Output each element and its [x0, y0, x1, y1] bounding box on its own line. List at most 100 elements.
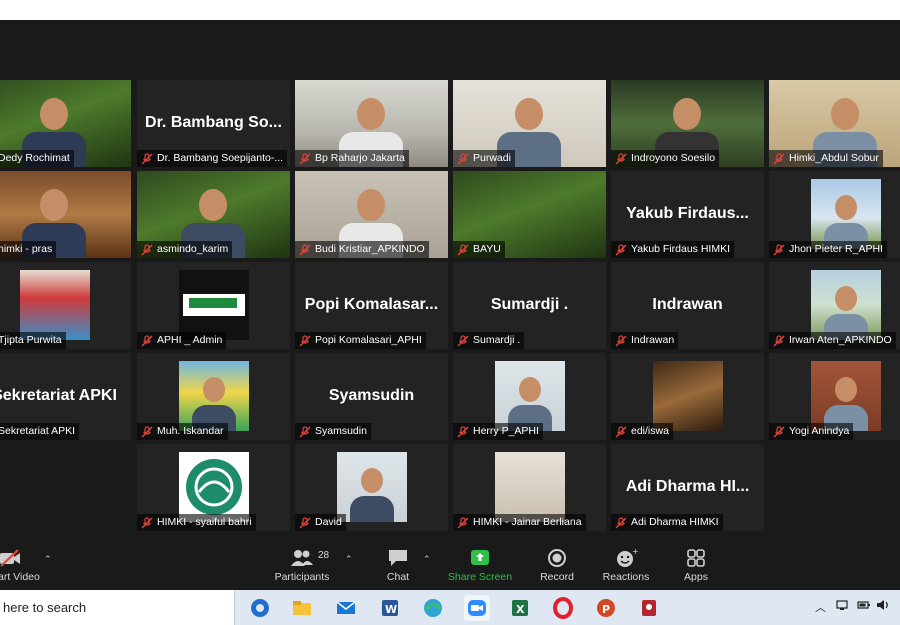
participant-name-label: Jhon Pieter R_APHI: [769, 241, 887, 258]
participant-tile[interactable]: HIMKI - syaiful bahri: [137, 444, 290, 531]
participant-name-label: Purwadi: [453, 150, 515, 167]
participant-display-name: Yakub Firdaus...: [626, 205, 749, 222]
record-button[interactable]: Record: [517, 548, 597, 583]
participant-tile[interactable]: Purwadi: [453, 80, 606, 167]
participant-tile[interactable]: APHI _ Admin: [137, 262, 290, 349]
reactions-button[interactable]: + Reactions: [586, 548, 666, 583]
participant-tile[interactable]: Yakub Firdaus... Yakub Firdaus HIMKI: [611, 171, 764, 258]
participant-tile[interactable]: Sumardji . Sumardji .: [453, 262, 606, 349]
participant-name: Sumardji .: [473, 334, 521, 346]
muted-mic-icon: [773, 425, 785, 437]
excel-icon[interactable]: X: [507, 595, 533, 621]
chat-caret[interactable]: ⌃: [423, 554, 431, 565]
mail-icon[interactable]: [333, 595, 359, 621]
participant-tile[interactable]: Syamsudin Syamsudin: [295, 353, 448, 440]
participant-tile[interactable]: Budi Kristiar_APKINDO: [295, 171, 448, 258]
powerpoint-icon[interactable]: P: [593, 595, 619, 621]
muted-mic-icon: [299, 334, 311, 346]
tray-chevron-icon[interactable]: ︿: [815, 599, 826, 615]
muted-mic-icon: [773, 152, 785, 164]
participant-name: BAYU: [473, 243, 501, 255]
participant-name-label: Dr. Bambang Soepijanto-...: [137, 150, 288, 167]
participant-tile[interactable]: himki - pras: [0, 171, 131, 258]
chat-label: Chat: [386, 571, 410, 583]
participant-tile[interactable]: HIMKI - Jainar Berliana: [453, 444, 606, 531]
volume-icon[interactable]: [876, 599, 890, 614]
muted-mic-icon: [615, 152, 627, 164]
participant-tile[interactable]: Bp Raharjo Jakarta: [295, 80, 448, 167]
muted-mic-icon: [615, 425, 627, 437]
participant-name: Dr. Bambang Soepijanto-...: [157, 152, 284, 164]
edge-legacy-icon[interactable]: [247, 595, 273, 621]
participant-name-label: Irwan Aten_APKINDO: [769, 332, 896, 349]
participant-name: David: [315, 516, 342, 528]
participant-display-name: Syamsudin: [328, 387, 415, 404]
zoom-meeting-screen: Dedy Rochimat Dr. Bambang So... Dr. Bamban…: [0, 0, 900, 625]
participant-tile[interactable]: Dr. Bambang So... Dr. Bambang Soepijanto-…: [137, 80, 290, 167]
participant-name: HIMKI - syaiful bahri: [157, 516, 252, 528]
participant-face: [835, 286, 857, 312]
muted-mic-icon: [299, 425, 311, 437]
share-screen-button[interactable]: Share Screen: [440, 548, 520, 583]
muted-mic-icon: [457, 334, 469, 346]
participant-video: [811, 361, 881, 431]
file-explorer-icon[interactable]: [289, 595, 315, 621]
apps-icon: [687, 549, 705, 567]
participant-tile[interactable]: Indroyono Soesilo: [611, 80, 764, 167]
participant-tile[interactable]: Indrawan Indrawan: [611, 262, 764, 349]
zoom-app-icon[interactable]: [464, 595, 490, 621]
participant-tile[interactable]: edi/iswa: [611, 353, 764, 440]
network-icon[interactable]: [836, 599, 850, 614]
muted-mic-icon: [457, 152, 469, 164]
participant-name-label: Yakub Firdaus HIMKI: [611, 241, 735, 258]
app-icon-red[interactable]: [636, 595, 662, 621]
participant-face: [835, 377, 857, 403]
participant-name-label: Himki_Abdul Sobur: [769, 150, 883, 167]
participant-face: [361, 468, 383, 494]
participant-name: Himki_Abdul Sobur: [789, 152, 879, 164]
participant-tile[interactable]: Popi Komalasar... Popi Komalasari_APHI: [295, 262, 448, 349]
participant-tile[interactable]: BAYU: [453, 171, 606, 258]
participant-tile[interactable]: Tjipta Purwita: [0, 262, 131, 349]
participant-name: Herry P_APHI: [473, 425, 539, 437]
participants-button[interactable]: 28 Participants: [262, 548, 342, 583]
muted-mic-icon: [615, 516, 627, 528]
participant-face: [357, 98, 385, 131]
participant-tile[interactable]: Dedy Rochimat: [0, 80, 131, 167]
participant-tile[interactable]: Himki_Abdul Sobur: [769, 80, 900, 167]
top-margin: [0, 0, 900, 20]
participant-name: Muh. Iskandar: [157, 425, 224, 437]
participant-face: [519, 377, 541, 403]
share-screen-icon: [471, 550, 489, 565]
participant-face: [357, 189, 385, 222]
participant-tile[interactable]: Irwan Aten_APKINDO: [769, 262, 900, 349]
participant-name: Yogi Anindya: [789, 425, 850, 437]
participant-tile[interactable]: David: [295, 444, 448, 531]
participant-name: Indrawan: [631, 334, 675, 346]
start-video-button[interactable]: art Video: [0, 548, 50, 583]
participants-caret[interactable]: ⌃: [345, 554, 353, 565]
word-icon[interactable]: W: [377, 595, 403, 621]
opera-icon[interactable]: [550, 595, 576, 621]
search-placeholder: here to search: [3, 600, 87, 615]
participant-tile[interactable]: Jhon Pieter R_APHI: [769, 171, 900, 258]
video-options-caret[interactable]: ⌃: [44, 554, 52, 565]
participant-tile[interactable]: Yogi Anindya: [769, 353, 900, 440]
participant-tile[interactable]: Sekretariat APKI Sekretariat APKI: [0, 353, 131, 440]
muted-mic-icon: [299, 152, 311, 164]
participant-tile[interactable]: Herry P_APHI: [453, 353, 606, 440]
chat-icon: [389, 550, 407, 566]
participant-video: [495, 452, 565, 522]
battery-icon[interactable]: [857, 599, 871, 614]
participant-tile[interactable]: Adi Dharma HI... Adi Dharma HIMKI: [611, 444, 764, 531]
muted-mic-icon: [457, 425, 469, 437]
participant-video: [495, 361, 565, 431]
participant-name-label: Tjipta Purwita: [0, 332, 66, 349]
participant-tile[interactable]: asmindo_karim: [137, 171, 290, 258]
apps-button[interactable]: Apps: [656, 548, 736, 583]
edge-icon[interactable]: [420, 595, 446, 621]
taskbar-search-box[interactable]: here to search: [0, 590, 235, 625]
muted-mic-icon: [773, 243, 785, 255]
participant-name-label: BAYU: [453, 241, 505, 258]
participant-tile[interactable]: Muh. Iskandar: [137, 353, 290, 440]
